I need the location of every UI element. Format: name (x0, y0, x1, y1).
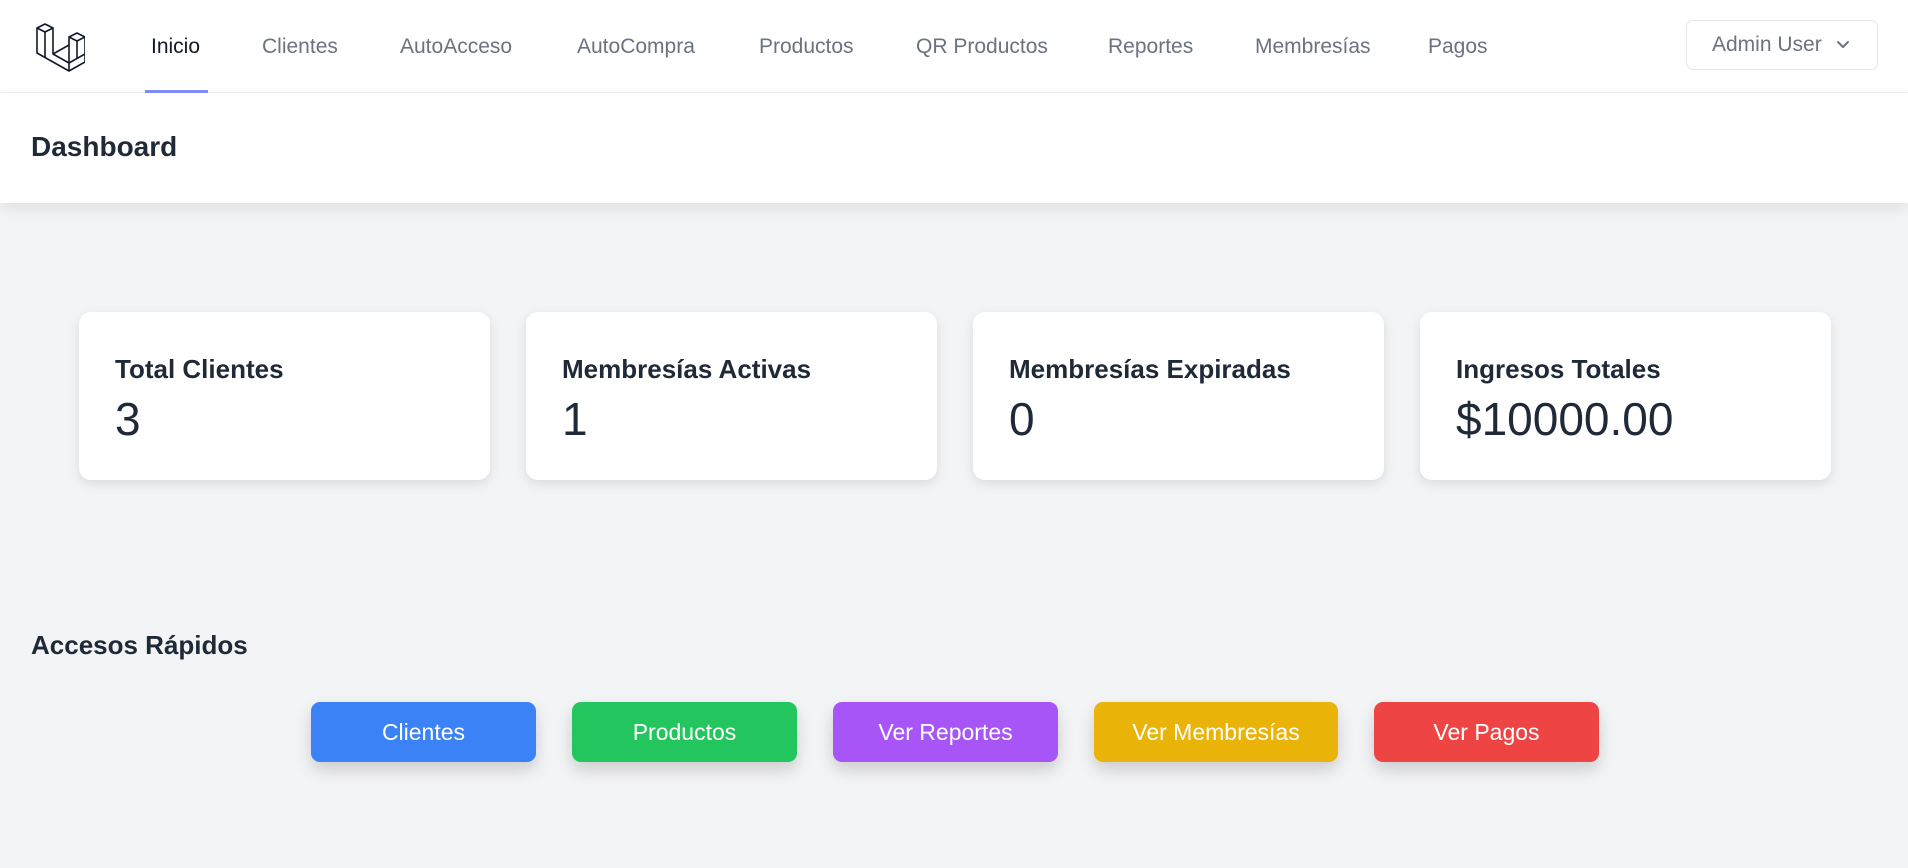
top-navigation: Inicio Clientes AutoAcceso AutoCompra Pr… (0, 0, 1908, 93)
laravel-logo-icon[interactable] (35, 20, 85, 72)
nav-link-reportes[interactable]: Reportes (1108, 0, 1193, 93)
nav-link-membresias[interactable]: Membresías (1255, 0, 1371, 93)
ver-reportes-button[interactable]: Ver Reportes (833, 702, 1058, 762)
nav-link-autoacceso[interactable]: AutoAcceso (400, 0, 512, 93)
nav-link-qr-productos[interactable]: QR Productos (916, 0, 1048, 93)
page-title: Dashboard (31, 131, 178, 162)
user-menu-button[interactable]: Admin User (1686, 20, 1878, 70)
quick-access-title: Accesos Rápidos (31, 630, 248, 660)
nav-link-autocompra[interactable]: AutoCompra (577, 0, 695, 93)
stat-label: Ingresos Totales (1456, 354, 1661, 384)
page-header: Dashboard (0, 93, 1908, 203)
stat-value: $10000.00 (1456, 393, 1674, 445)
user-name: Admin User (1712, 33, 1822, 56)
nav-link-productos[interactable]: Productos (759, 0, 854, 93)
stat-label: Membresías Activas (562, 354, 812, 384)
clientes-button[interactable]: Clientes (311, 702, 536, 762)
stat-card-total-clientes: Total Clientes 3 (79, 312, 490, 480)
nav-link-clientes[interactable]: Clientes (262, 0, 338, 93)
nav-link-inicio[interactable]: Inicio (151, 0, 200, 93)
stat-card-membresias-activas: Membresías Activas 1 (526, 312, 937, 480)
ver-membresias-button[interactable]: Ver Membresías (1094, 702, 1338, 762)
stat-value: 3 (115, 393, 141, 445)
nav-link-pagos[interactable]: Pagos (1428, 0, 1488, 93)
ver-pagos-button[interactable]: Ver Pagos (1374, 702, 1599, 762)
productos-button[interactable]: Productos (572, 702, 797, 762)
stat-value: 1 (562, 393, 588, 445)
stat-value: 0 (1009, 393, 1035, 445)
stat-label: Total Clientes (115, 354, 284, 384)
stat-card-ingresos-totales: Ingresos Totales $10000.00 (1420, 312, 1831, 480)
chevron-down-icon (1837, 41, 1849, 48)
stat-card-membresias-expiradas: Membresías Expiradas 0 (973, 312, 1384, 480)
stat-label: Membresías Expiradas (1009, 354, 1291, 384)
